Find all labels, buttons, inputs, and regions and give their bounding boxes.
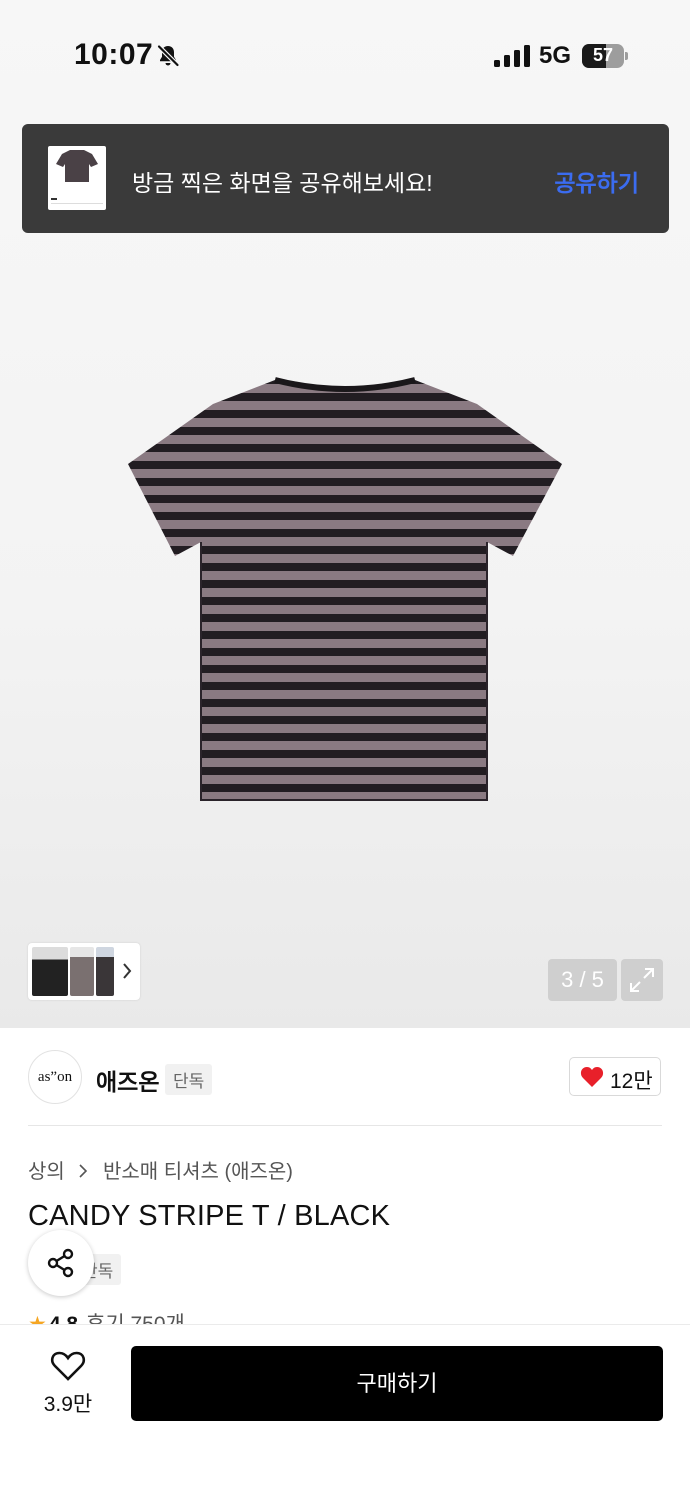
breadcrumb-subcategory[interactable]: 반소매 티셔츠 (애즈온) xyxy=(103,1161,293,1183)
brand-like-button[interactable]: 12만 xyxy=(569,1057,661,1096)
brand-logo[interactable]: as”on xyxy=(28,1050,82,1104)
status-time: 10:07 xyxy=(74,38,154,71)
expand-button[interactable] xyxy=(621,959,663,1001)
thumbnail-1[interactable] xyxy=(32,947,68,996)
wishlist-count: 3.9만 xyxy=(43,1393,93,1416)
network-type: 5G xyxy=(539,42,572,69)
share-icon xyxy=(47,1248,74,1278)
expand-icon xyxy=(630,968,654,992)
battery-level: 57 xyxy=(592,45,614,65)
share-button[interactable] xyxy=(28,1230,94,1296)
thumbnail-2[interactable] xyxy=(70,947,94,996)
chevron-right-icon xyxy=(123,963,132,979)
chevron-right-icon xyxy=(79,1164,88,1178)
heart-outline-icon xyxy=(50,1351,86,1381)
brand-name[interactable]: 애즈온 xyxy=(96,1063,159,1097)
exclusive-badge: 단독 xyxy=(165,1064,213,1095)
gallery-thumbnail-strip[interactable] xyxy=(28,943,140,1000)
rating-score: 4.8 xyxy=(49,1313,78,1324)
wishlist-button[interactable]: 3.9만 xyxy=(30,1346,106,1418)
battery-icon: 57 xyxy=(582,44,628,68)
breadcrumb-category[interactable]: 상의 xyxy=(28,1161,65,1183)
brand-like-count: 12만 xyxy=(610,1070,653,1093)
buy-button[interactable]: 구매하기 xyxy=(131,1346,663,1421)
toast-message: 방금 찍은 화면을 공유해보세요! xyxy=(132,170,433,196)
star-icon: ★ xyxy=(28,1313,47,1324)
thumbnail-3[interactable] xyxy=(96,947,114,996)
review-count: 후기 750개 xyxy=(86,1313,185,1324)
product-title: CANDY STRIPE T / BLACK xyxy=(28,1200,391,1232)
image-counter: 3 / 5 xyxy=(548,959,617,1001)
share-toast: 방금 찍은 화면을 공유해보세요! 공유하기 xyxy=(22,124,669,233)
rating-summary[interactable]: ★4.8 후기 750개 xyxy=(28,1308,185,1324)
share-action-button[interactable]: 공유하기 xyxy=(554,164,639,198)
product-image xyxy=(128,377,562,801)
breadcrumb: 상의 반소매 티셔츠 (애즈온) xyxy=(28,1155,293,1184)
heart-filled-icon xyxy=(580,1067,604,1087)
cellular-signal-icon xyxy=(494,45,530,67)
divider xyxy=(28,1125,662,1126)
screenshot-thumbnail[interactable] xyxy=(48,146,106,210)
bell-slash-icon xyxy=(156,44,180,68)
